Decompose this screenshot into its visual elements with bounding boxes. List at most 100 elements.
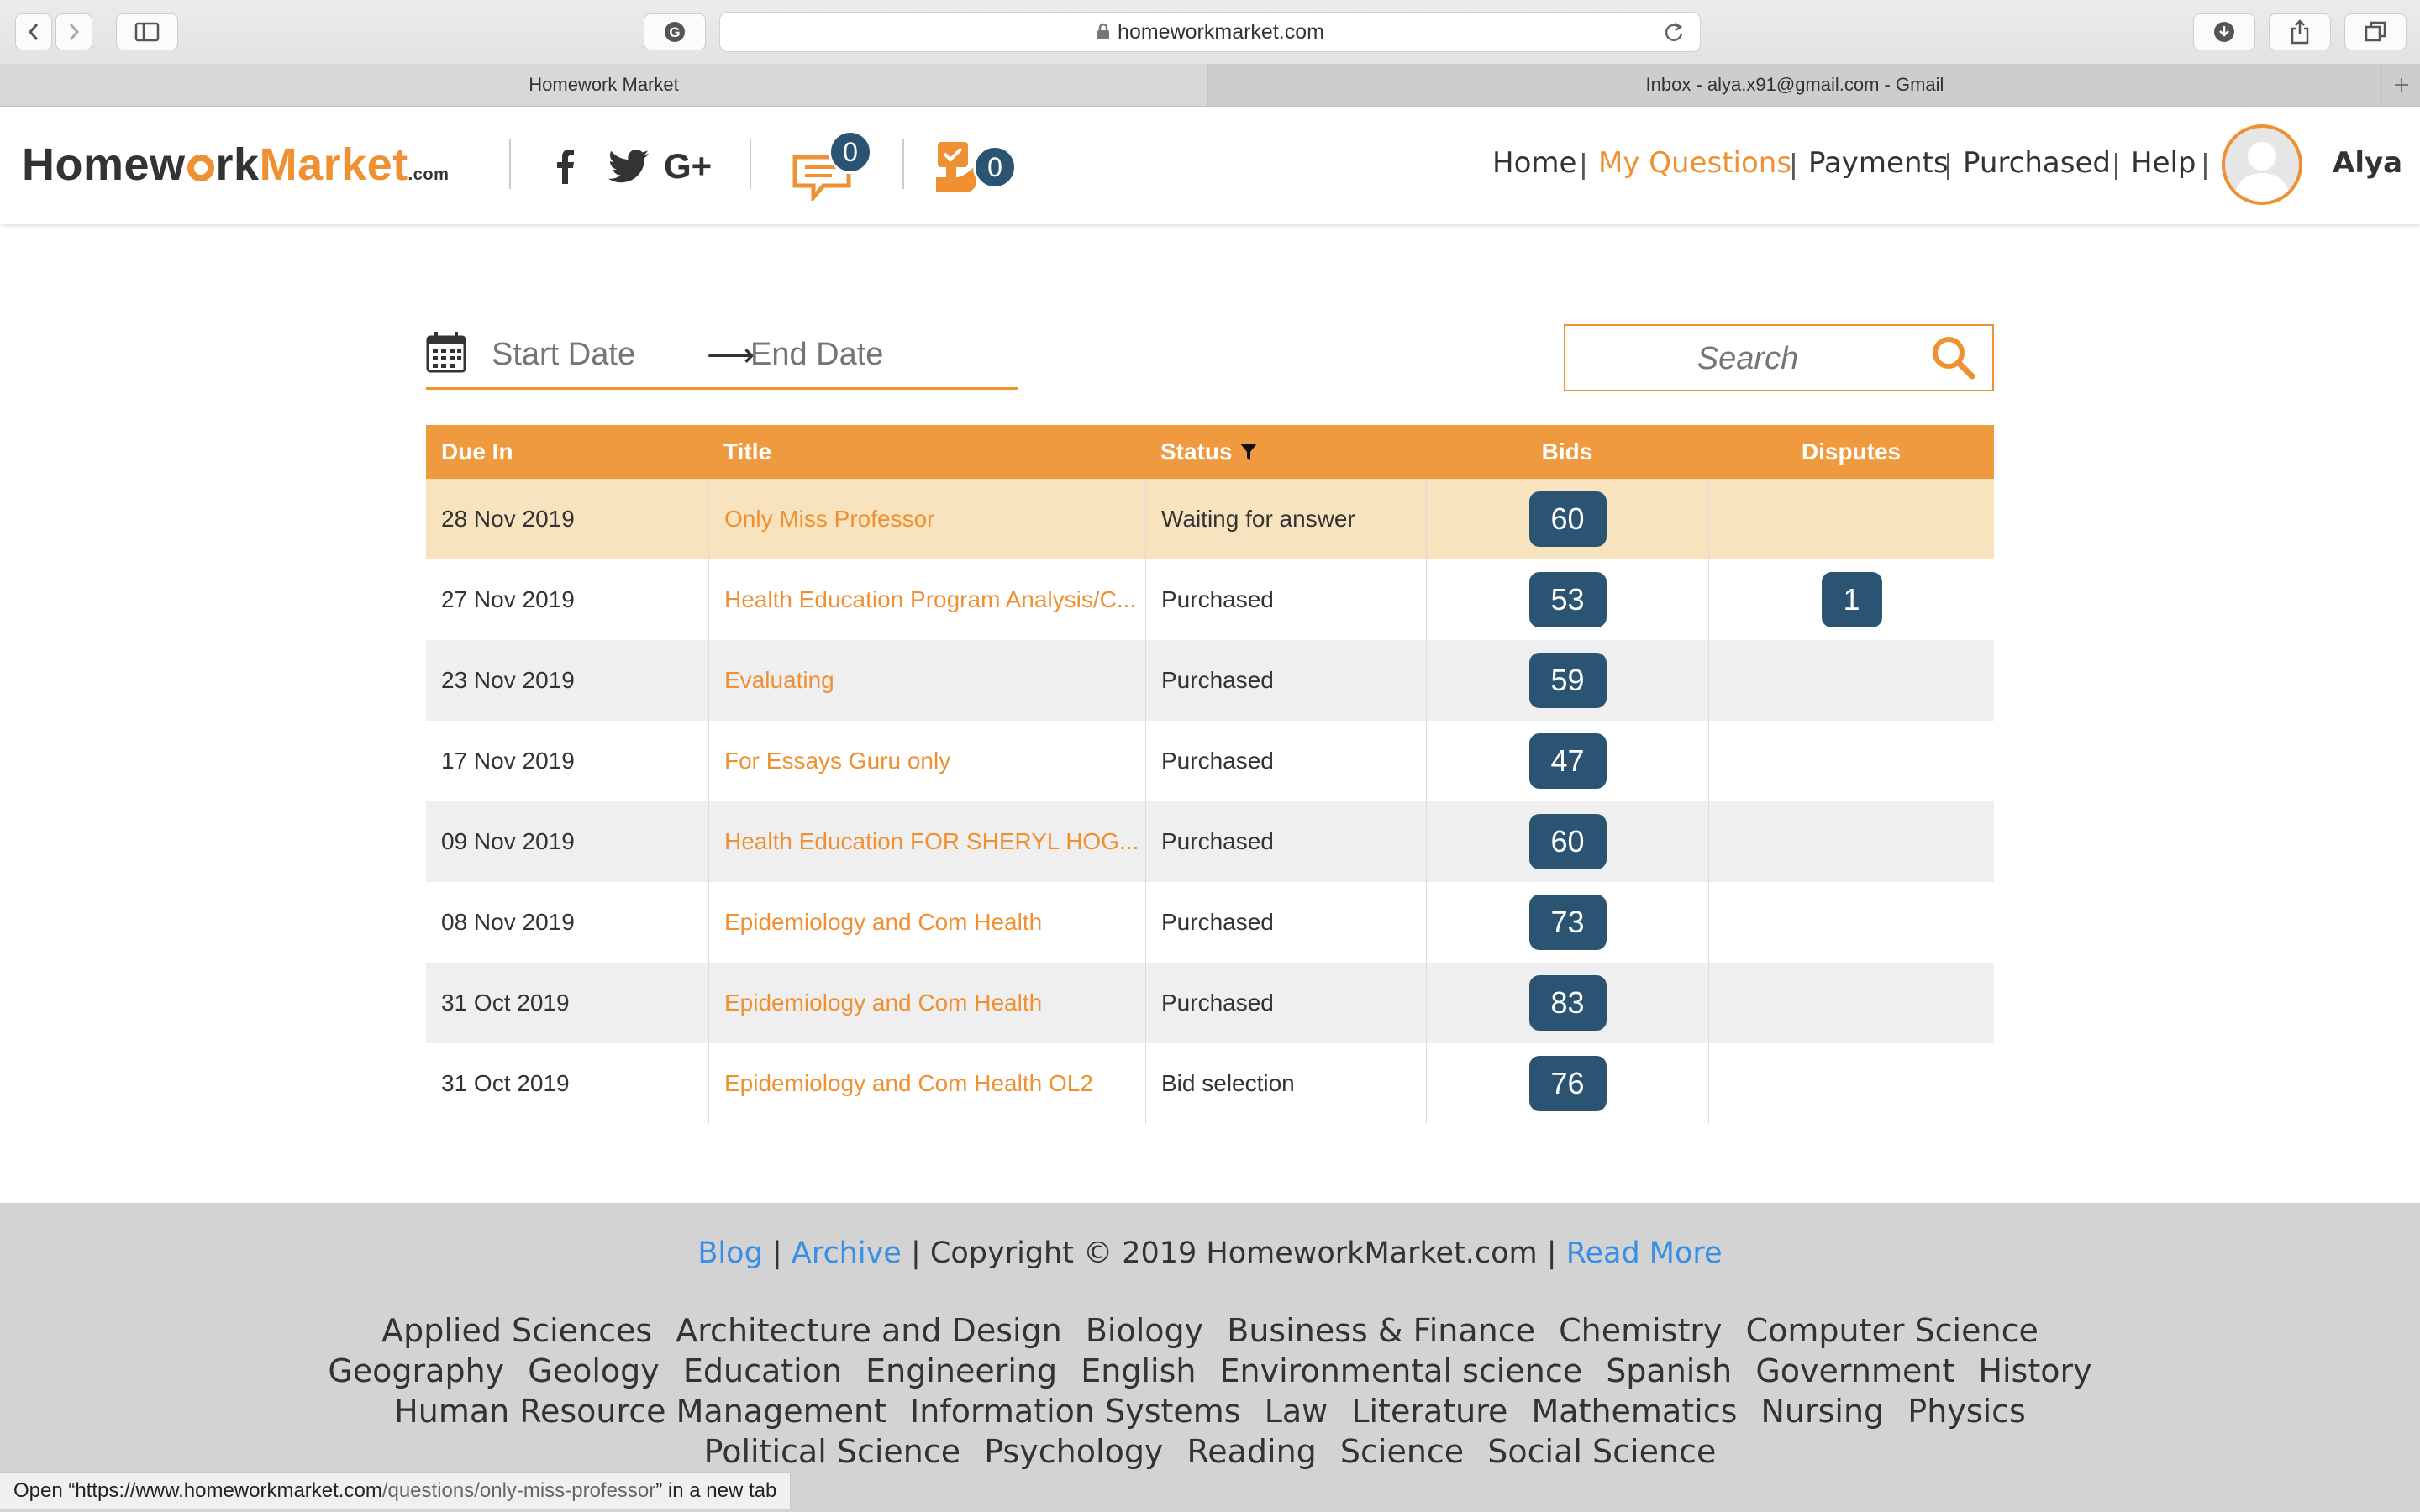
- due-date-cell: 09 Nov 2019: [441, 828, 575, 854]
- google-plus-icon: G+: [664, 146, 713, 186]
- nav-purchased[interactable]: Purchased: [1963, 146, 2111, 180]
- subject-link[interactable]: Political Science: [704, 1431, 961, 1472]
- bids-count-badge[interactable]: 73: [1528, 895, 1607, 950]
- due-date-cell: 28 Nov 2019: [441, 506, 575, 532]
- table-row[interactable]: 08 Nov 2019 Epidemiology and Com Health Pu…: [426, 882, 1994, 963]
- subject-link[interactable]: Reading: [1187, 1431, 1317, 1472]
- subject-link[interactable]: Government: [1755, 1351, 1954, 1391]
- grammarly-extension-button[interactable]: G: [644, 13, 706, 50]
- nav-payments[interactable]: Payments: [1808, 146, 1949, 180]
- footer-archive-link[interactable]: Archive: [792, 1236, 902, 1270]
- bids-count-badge[interactable]: 59: [1528, 653, 1607, 708]
- question-title-link[interactable]: Health Education FOR SHERYL HOG...: [708, 801, 1145, 882]
- status-cell: Purchased: [1145, 882, 1426, 963]
- footer-read-more-link[interactable]: Read More: [1566, 1236, 1723, 1270]
- tabs-overview-button[interactable]: [2344, 13, 2407, 50]
- subject-link[interactable]: Spanish: [1606, 1351, 1732, 1391]
- bids-count-badge[interactable]: 60: [1528, 814, 1607, 869]
- column-header-title[interactable]: Title: [723, 425, 771, 479]
- nav-help[interactable]: Help: [2131, 146, 2196, 180]
- site-header: Homew rkMarket.com G+ 0 0 Home | My Quest…: [0, 107, 2420, 224]
- question-title-link[interactable]: Evaluating: [708, 640, 1145, 721]
- question-title-link[interactable]: Only Miss Professor: [708, 479, 1145, 559]
- filter-icon[interactable]: [1239, 442, 1258, 462]
- subject-link[interactable]: Physics: [1907, 1391, 2026, 1431]
- subject-link[interactable]: Biology: [1086, 1310, 1203, 1351]
- subject-link[interactable]: Information Systems: [910, 1391, 1241, 1431]
- subject-link[interactable]: Computer Science: [1746, 1310, 2039, 1351]
- new-tab-button[interactable]: [2381, 64, 2420, 106]
- column-header-status[interactable]: Status: [1160, 425, 1258, 479]
- table-header: Due In Title Status Bids Disputes: [426, 425, 1994, 479]
- subject-link[interactable]: Education: [683, 1351, 842, 1391]
- subject-link[interactable]: Geography: [328, 1351, 504, 1391]
- search-icon[interactable]: [1930, 334, 1977, 381]
- subject-link[interactable]: Literature: [1351, 1391, 1507, 1431]
- table-row[interactable]: 31 Oct 2019 Epidemiology and Com Health Pu…: [426, 963, 1994, 1043]
- tab-homework-market[interactable]: Homework Market: [0, 64, 1208, 106]
- back-button[interactable]: [15, 13, 52, 50]
- start-date-input[interactable]: [490, 336, 695, 374]
- footer-separator: |: [910, 1236, 921, 1270]
- subject-link[interactable]: Social Science: [1487, 1431, 1716, 1472]
- twitter-link[interactable]: [608, 145, 649, 187]
- subject-link[interactable]: Psychology: [984, 1431, 1163, 1472]
- footer-blog-link[interactable]: Blog: [697, 1236, 762, 1270]
- disputes-count-badge[interactable]: 1: [1821, 572, 1882, 627]
- bids-count-badge[interactable]: 83: [1528, 975, 1607, 1031]
- table-row[interactable]: 28 Nov 2019 Only Miss Professor Waiting fo…: [426, 479, 1994, 559]
- share-button[interactable]: [2269, 13, 2331, 50]
- bids-count-badge[interactable]: 53: [1528, 572, 1607, 627]
- calendar-icon[interactable]: [426, 331, 466, 373]
- messages-button[interactable]: 0: [790, 130, 872, 203]
- column-header-bids[interactable]: Bids: [1426, 425, 1708, 479]
- table-row[interactable]: 31 Oct 2019 Epidemiology and Com Health O…: [426, 1043, 1994, 1124]
- table-row[interactable]: 27 Nov 2019 Health Education Program Anal…: [426, 559, 1994, 640]
- bids-count-badge[interactable]: 47: [1528, 733, 1607, 789]
- subject-link[interactable]: English: [1081, 1351, 1196, 1391]
- question-title-link[interactable]: Epidemiology and Com Health: [708, 963, 1145, 1043]
- column-header-due-in[interactable]: Due In: [441, 425, 513, 479]
- nav-my-questions[interactable]: My Questions: [1598, 146, 1791, 180]
- notifications-button[interactable]: 0: [933, 132, 1017, 202]
- url-text: homeworkmarket.com: [1118, 19, 1324, 44]
- reload-icon[interactable]: [1663, 21, 1685, 43]
- subject-link[interactable]: Applied Sciences: [381, 1310, 652, 1351]
- column-header-disputes[interactable]: Disputes: [1708, 425, 1994, 479]
- subject-link[interactable]: Human Resource Management: [394, 1391, 886, 1431]
- subject-link[interactable]: Law: [1265, 1391, 1328, 1431]
- nav-home[interactable]: Home: [1492, 146, 1576, 180]
- question-title-link[interactable]: Health Education Program Analysis/C...: [708, 559, 1145, 640]
- facebook-link[interactable]: [555, 145, 575, 187]
- table-row[interactable]: 17 Nov 2019 For Essays Guru only Purchased…: [426, 721, 1994, 801]
- bids-count-badge[interactable]: 60: [1528, 491, 1607, 547]
- subject-link[interactable]: Geology: [528, 1351, 660, 1391]
- subject-link[interactable]: Chemistry: [1559, 1310, 1722, 1351]
- subject-link[interactable]: Engineering: [865, 1351, 1057, 1391]
- subject-link[interactable]: Mathematics: [1532, 1391, 1738, 1431]
- question-title-link[interactable]: Epidemiology and Com Health OL2: [708, 1043, 1145, 1124]
- subject-link[interactable]: History: [1978, 1351, 2091, 1391]
- search-input[interactable]: [1565, 326, 1930, 391]
- subject-link[interactable]: Environmental science: [1220, 1351, 1583, 1391]
- table-row[interactable]: 23 Nov 2019 Evaluating Purchased 59: [426, 640, 1994, 721]
- subject-link[interactable]: Science: [1340, 1431, 1464, 1472]
- subject-link[interactable]: Business & Finance: [1227, 1310, 1535, 1351]
- question-title-link[interactable]: For Essays Guru only: [708, 721, 1145, 801]
- tab-gmail[interactable]: Inbox - alya.x91@gmail.com - Gmail: [1208, 64, 2381, 106]
- address-bar[interactable]: homeworkmarket.com: [719, 12, 1701, 52]
- end-date-input[interactable]: [749, 336, 1004, 374]
- avatar[interactable]: [2222, 124, 2302, 205]
- bids-count-badge[interactable]: 76: [1528, 1056, 1607, 1111]
- site-logo[interactable]: Homew rkMarket.com: [22, 139, 449, 191]
- downloads-button[interactable]: [2193, 13, 2255, 50]
- sidebar-toggle-button[interactable]: [116, 13, 178, 50]
- subject-link[interactable]: Nursing: [1760, 1391, 1884, 1431]
- question-title-link[interactable]: Epidemiology and Com Health: [708, 882, 1145, 963]
- tab-label: Inbox - alya.x91@gmail.com - Gmail: [1645, 74, 1944, 95]
- username[interactable]: Alya: [2333, 146, 2402, 180]
- subject-link[interactable]: Architecture and Design: [676, 1310, 1062, 1351]
- forward-button[interactable]: [55, 13, 92, 50]
- google-plus-link[interactable]: G+: [664, 145, 712, 187]
- table-row[interactable]: 09 Nov 2019 Health Education FOR SHERYL H…: [426, 801, 1994, 882]
